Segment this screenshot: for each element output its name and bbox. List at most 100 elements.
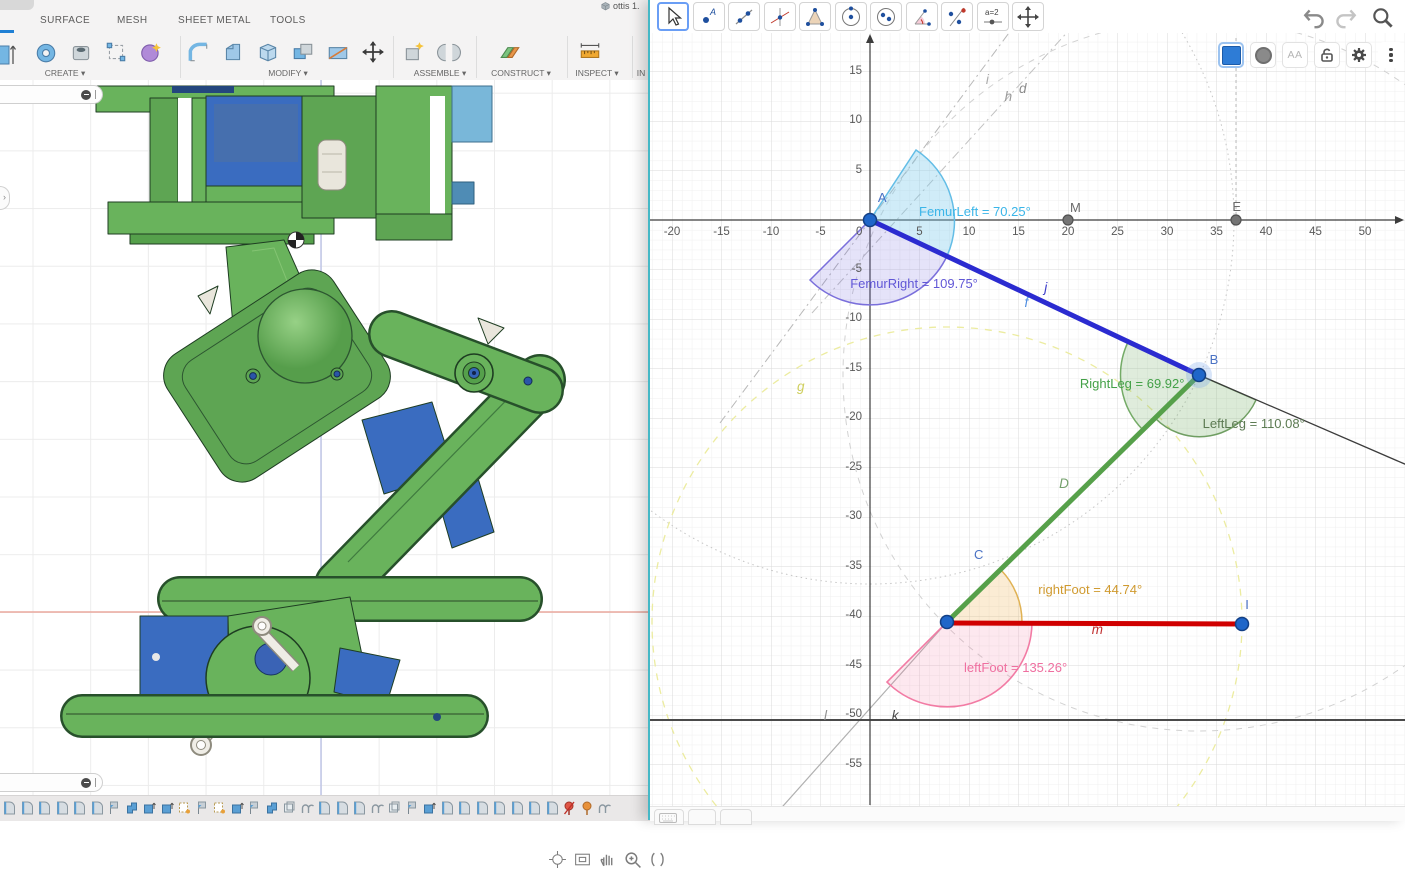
point-B[interactable] [1193, 369, 1206, 382]
collapse-icon[interactable] [81, 90, 91, 100]
timeline-feature-23-comp[interactable] [387, 800, 401, 816]
tool-fillet-button[interactable] [186, 40, 210, 64]
timeline-feature-9-extup[interactable] [142, 800, 156, 816]
robot-leg-model[interactable] [0, 80, 660, 795]
gg-redo-button[interactable] [1332, 5, 1358, 31]
timeline-feature-12-flag[interactable] [195, 800, 209, 816]
timeline-feature-25-extup[interactable] [422, 800, 436, 816]
timeline-feature-10-extup[interactable] [160, 800, 174, 816]
gg-tool-perpendicular[interactable] [764, 2, 796, 31]
timeline-feature-18-joint[interactable] [300, 800, 314, 816]
timeline-feature-13-sk[interactable] [212, 800, 226, 816]
tab-surface[interactable]: SURFACE [40, 15, 90, 26]
point-M[interactable] [1063, 215, 1073, 225]
geogebra-graphics-view[interactable]: -20-15-10-5510152025303540455015105-5-10… [650, 33, 1405, 806]
timeline-feature-3-d[interactable] [37, 800, 51, 816]
tool-form-button[interactable] [139, 40, 163, 64]
tool-press-pull-button[interactable] [34, 40, 58, 64]
point-C[interactable] [941, 616, 954, 629]
timeline-feature-19-d[interactable] [317, 800, 331, 816]
tool-joint-button[interactable] [437, 40, 461, 64]
timeline-feature-14-extup[interactable] [230, 800, 244, 816]
tool-chamfer-button[interactable] [221, 40, 245, 64]
gg-tool-slider[interactable]: a=2 [977, 2, 1009, 31]
timeline-feature-1-d[interactable] [2, 800, 16, 816]
nav-zoom-icon[interactable] [623, 850, 642, 869]
fusion-viewport[interactable]: › [0, 80, 660, 795]
gg-tool-polygon[interactable] [799, 2, 831, 31]
settings-button[interactable] [1346, 42, 1372, 68]
color-style-button[interactable] [1218, 42, 1244, 68]
tool-plane-button[interactable] [498, 40, 522, 64]
tool-new-component-button[interactable] [402, 40, 426, 64]
timeline-feature-30-d[interactable] [510, 800, 524, 816]
group-create-label[interactable]: CREATE ▾ [45, 68, 85, 79]
timeline-feature-20-d[interactable] [335, 800, 349, 816]
timeline-feature-34-pin[interactable] [580, 800, 594, 816]
more-menu-button[interactable] [1378, 42, 1404, 68]
clipped-tool-icon[interactable] [0, 42, 20, 68]
timeline-feature-7-flag[interactable] [107, 800, 121, 816]
group-modify-label[interactable]: MODIFY ▾ [268, 68, 308, 79]
nav-look-at-icon[interactable] [573, 850, 592, 869]
timeline-feature-6-d[interactable] [90, 800, 104, 816]
timeline-feature-22-joint[interactable] [370, 800, 384, 816]
timeline-feature-27-d[interactable] [457, 800, 471, 816]
timeline-feature-21-d[interactable] [352, 800, 366, 816]
tab-sheet-metal[interactable]: SHEET METAL [178, 15, 251, 26]
tab-mesh[interactable]: MESH [117, 15, 148, 26]
group-in-label[interactable]: IN [637, 68, 646, 78]
tool-hole-button[interactable] [69, 40, 93, 64]
gg-undo-button[interactable] [1302, 5, 1328, 31]
gg-tool-compass[interactable] [870, 2, 902, 31]
gg-tool-point[interactable]: A [693, 2, 725, 31]
browser-collapse-bar[interactable] [0, 85, 103, 104]
gg-tool-move[interactable] [657, 2, 689, 31]
tool-combine-button[interactable] [291, 40, 315, 64]
timeline-feature-31-d[interactable] [527, 800, 541, 816]
gg-tool-circle[interactable] [835, 2, 867, 31]
group-assemble-label[interactable]: ASSEMBLE ▾ [414, 68, 466, 79]
point-E[interactable] [1231, 215, 1241, 225]
nav-fit-icon[interactable] [648, 850, 667, 869]
bottom-button-3[interactable] [720, 809, 752, 825]
nav-orbit-icon[interactable] [548, 850, 567, 869]
lock-button[interactable] [1314, 42, 1340, 68]
gg-tool-move-graphics[interactable] [1012, 2, 1044, 31]
tool-measure-button[interactable] [578, 40, 602, 64]
nav-pan-icon[interactable] [598, 850, 617, 869]
timeline-feature-17-comp[interactable] [282, 800, 296, 816]
tool-split-button[interactable] [326, 40, 350, 64]
timeline-slider-bar[interactable] [0, 773, 103, 792]
point-I[interactable] [1236, 618, 1249, 631]
timeline-feature-26-d[interactable] [440, 800, 454, 816]
gg-tool-line[interactable] [728, 2, 760, 31]
tool-move-button[interactable] [361, 40, 385, 64]
slider-icon[interactable] [81, 778, 91, 788]
tool-sketch-button[interactable] [104, 40, 128, 64]
timeline-feature-16-ext[interactable] [265, 800, 279, 816]
timeline-feature-35-joint[interactable] [597, 800, 611, 816]
timeline-feature-5-d[interactable] [72, 800, 86, 816]
point-style-button[interactable] [1250, 42, 1276, 68]
timeline-feature-2-d[interactable] [20, 800, 34, 816]
tab-tools[interactable]: TOOLS [270, 15, 306, 26]
keyboard-toggle-button[interactable] [654, 809, 684, 825]
gg-tool-angle[interactable] [906, 2, 938, 31]
timeline-feature-24-flag[interactable] [405, 800, 419, 816]
group-construct-label[interactable]: CONSTRUCT ▾ [491, 68, 551, 79]
gg-search-button[interactable] [1370, 5, 1396, 31]
timeline-feature-11-sk[interactable] [177, 800, 191, 816]
timeline-feature-33-pinoff[interactable] [562, 800, 576, 816]
timeline-feature-4-d[interactable] [55, 800, 69, 816]
timeline-feature-28-d[interactable] [475, 800, 489, 816]
timeline-feature-15-flag[interactable] [247, 800, 261, 816]
bottom-button-2[interactable] [688, 809, 716, 825]
timeline-feature-29-d[interactable] [492, 800, 506, 816]
timeline-feature-8-ext[interactable] [125, 800, 139, 816]
tool-shell-button[interactable] [256, 40, 280, 64]
timeline-feature-32-d[interactable] [545, 800, 559, 816]
gg-tool-reflect[interactable] [941, 2, 973, 31]
label-style-button[interactable]: AA [1282, 42, 1308, 68]
group-inspect-label[interactable]: INSPECT ▾ [575, 68, 618, 79]
